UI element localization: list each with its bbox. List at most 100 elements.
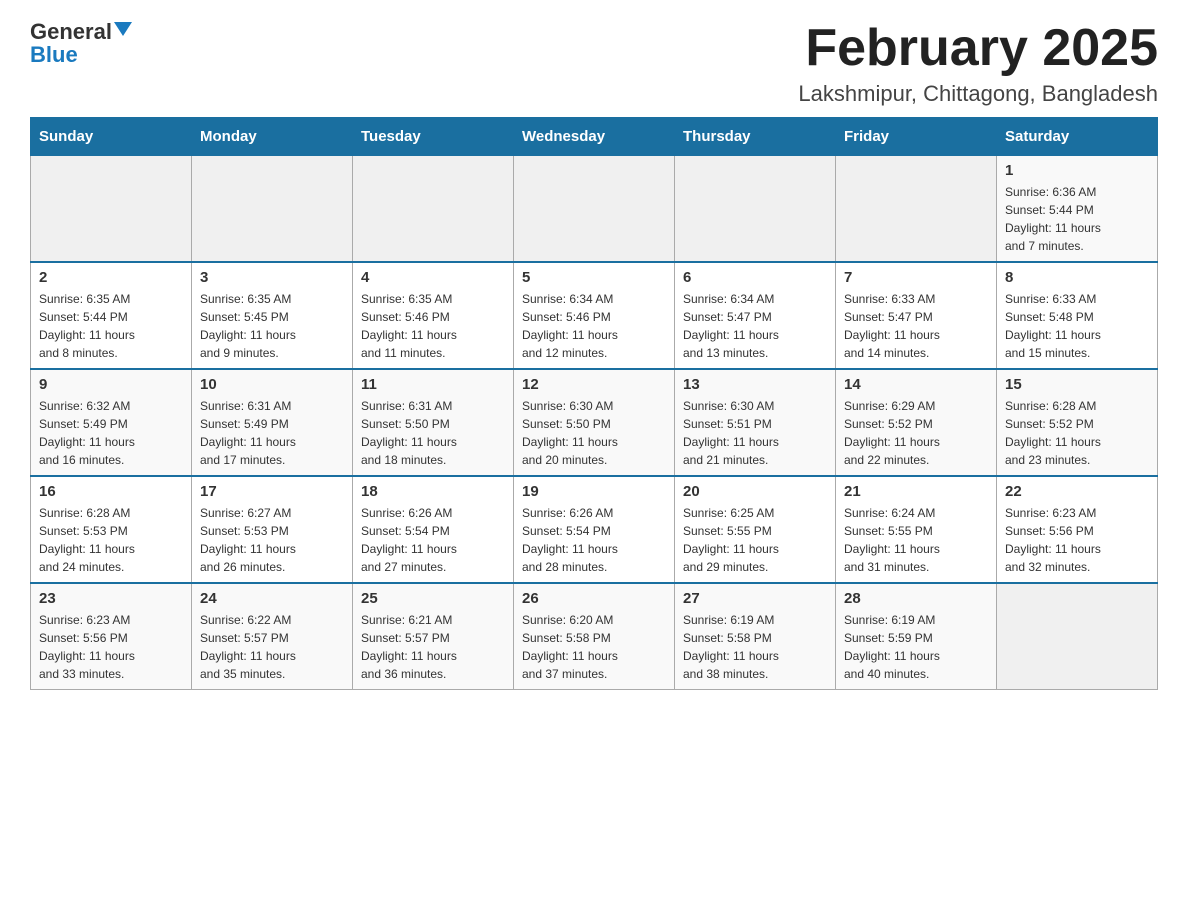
location-title: Lakshmipur, Chittagong, Bangladesh bbox=[798, 81, 1158, 107]
day-info: Sunrise: 6:20 AMSunset: 5:58 PMDaylight:… bbox=[522, 611, 666, 683]
calendar-cell: 15Sunrise: 6:28 AMSunset: 5:52 PMDayligh… bbox=[997, 369, 1158, 476]
weekday-header-thursday: Thursday bbox=[675, 118, 836, 156]
calendar-cell: 6 Sunrise: 6:34 AMSunset: 5:47 PMDaylight… bbox=[675, 262, 836, 369]
logo-general-text: General bbox=[30, 21, 112, 43]
weekday-header-monday: Monday bbox=[192, 118, 353, 156]
day-info: Sunrise: 6:31 AMSunset: 5:49 PMDaylight:… bbox=[200, 397, 344, 469]
day-number: 25 bbox=[361, 590, 505, 607]
calendar-cell: 20 Sunrise: 6:25 AMSunset: 5:55 PMDayligh… bbox=[675, 476, 836, 583]
calendar-cell: 5 Sunrise: 6:34 AMSunset: 5:46 PMDaylight… bbox=[514, 262, 675, 369]
day-number: 2 bbox=[39, 269, 183, 286]
calendar-cell: 24 Sunrise: 6:22 AMSunset: 5:57 PMDayligh… bbox=[192, 583, 353, 690]
calendar-cell: 25Sunrise: 6:21 AMSunset: 5:57 PMDayligh… bbox=[353, 583, 514, 690]
calendar-cell: 8Sunrise: 6:33 AMSunset: 5:48 PMDaylight… bbox=[997, 262, 1158, 369]
calendar-body: 1 Sunrise: 6:36 AMSunset: 5:44 PMDaylight… bbox=[31, 156, 1158, 690]
day-number: 23 bbox=[39, 590, 183, 607]
calendar-cell: 11 Sunrise: 6:31 AMSunset: 5:50 PMDayligh… bbox=[353, 369, 514, 476]
day-number: 6 bbox=[683, 269, 827, 286]
day-info: Sunrise: 6:26 AMSunset: 5:54 PMDaylight:… bbox=[361, 504, 505, 576]
day-number: 12 bbox=[522, 376, 666, 393]
calendar-cell bbox=[31, 156, 192, 263]
day-info: Sunrise: 6:29 AMSunset: 5:52 PMDaylight:… bbox=[844, 397, 988, 469]
day-info: Sunrise: 6:27 AMSunset: 5:53 PMDaylight:… bbox=[200, 504, 344, 576]
weekday-header-tuesday: Tuesday bbox=[353, 118, 514, 156]
day-info: Sunrise: 6:30 AMSunset: 5:51 PMDaylight:… bbox=[683, 397, 827, 469]
day-number: 8 bbox=[1005, 269, 1149, 286]
calendar-cell: 23Sunrise: 6:23 AMSunset: 5:56 PMDayligh… bbox=[31, 583, 192, 690]
day-number: 20 bbox=[683, 483, 827, 500]
calendar-cell: 28Sunrise: 6:19 AMSunset: 5:59 PMDayligh… bbox=[836, 583, 997, 690]
day-number: 5 bbox=[522, 269, 666, 286]
calendar-cell: 14Sunrise: 6:29 AMSunset: 5:52 PMDayligh… bbox=[836, 369, 997, 476]
day-info: Sunrise: 6:36 AMSunset: 5:44 PMDaylight:… bbox=[1005, 183, 1149, 255]
day-info: Sunrise: 6:28 AMSunset: 5:52 PMDaylight:… bbox=[1005, 397, 1149, 469]
day-number: 21 bbox=[844, 483, 988, 500]
calendar-cell bbox=[675, 156, 836, 263]
weekday-header-row: SundayMondayTuesdayWednesdayThursdayFrid… bbox=[31, 118, 1158, 156]
day-info: Sunrise: 6:35 AMSunset: 5:46 PMDaylight:… bbox=[361, 290, 505, 362]
calendar-cell: 18 Sunrise: 6:26 AMSunset: 5:54 PMDayligh… bbox=[353, 476, 514, 583]
calendar-table: SundayMondayTuesdayWednesdayThursdayFrid… bbox=[30, 117, 1158, 690]
page-header: General Blue February 2025 Lakshmipur, C… bbox=[30, 20, 1158, 107]
calendar-cell: 13 Sunrise: 6:30 AMSunset: 5:51 PMDayligh… bbox=[675, 369, 836, 476]
month-title: February 2025 bbox=[798, 20, 1158, 77]
day-number: 11 bbox=[361, 376, 505, 393]
day-info: Sunrise: 6:34 AMSunset: 5:47 PMDaylight:… bbox=[683, 290, 827, 362]
calendar-cell: 22 Sunrise: 6:23 AMSunset: 5:56 PMDayligh… bbox=[997, 476, 1158, 583]
calendar-cell bbox=[192, 156, 353, 263]
day-number: 18 bbox=[361, 483, 505, 500]
weekday-header-wednesday: Wednesday bbox=[514, 118, 675, 156]
day-info: Sunrise: 6:24 AMSunset: 5:55 PMDaylight:… bbox=[844, 504, 988, 576]
day-number: 27 bbox=[683, 590, 827, 607]
day-info: Sunrise: 6:30 AMSunset: 5:50 PMDaylight:… bbox=[522, 397, 666, 469]
calendar-cell: 1 Sunrise: 6:36 AMSunset: 5:44 PMDaylight… bbox=[997, 156, 1158, 263]
day-info: Sunrise: 6:34 AMSunset: 5:46 PMDaylight:… bbox=[522, 290, 666, 362]
calendar-cell: 2 Sunrise: 6:35 AMSunset: 5:44 PMDaylight… bbox=[31, 262, 192, 369]
calendar-cell: 12 Sunrise: 6:30 AMSunset: 5:50 PMDayligh… bbox=[514, 369, 675, 476]
calendar-cell: 7 Sunrise: 6:33 AMSunset: 5:47 PMDaylight… bbox=[836, 262, 997, 369]
day-number: 22 bbox=[1005, 483, 1149, 500]
day-number: 4 bbox=[361, 269, 505, 286]
day-number: 7 bbox=[844, 269, 988, 286]
day-info: Sunrise: 6:23 AMSunset: 5:56 PMDaylight:… bbox=[1005, 504, 1149, 576]
calendar-cell: 17 Sunrise: 6:27 AMSunset: 5:53 PMDayligh… bbox=[192, 476, 353, 583]
calendar-cell: 3 Sunrise: 6:35 AMSunset: 5:45 PMDaylight… bbox=[192, 262, 353, 369]
day-info: Sunrise: 6:32 AMSunset: 5:49 PMDaylight:… bbox=[39, 397, 183, 469]
day-info: Sunrise: 6:26 AMSunset: 5:54 PMDaylight:… bbox=[522, 504, 666, 576]
calendar-cell: 26 Sunrise: 6:20 AMSunset: 5:58 PMDayligh… bbox=[514, 583, 675, 690]
weekday-header-sunday: Sunday bbox=[31, 118, 192, 156]
calendar-week-row: 1 Sunrise: 6:36 AMSunset: 5:44 PMDaylight… bbox=[31, 156, 1158, 263]
day-info: Sunrise: 6:19 AMSunset: 5:58 PMDaylight:… bbox=[683, 611, 827, 683]
calendar-week-row: 16Sunrise: 6:28 AMSunset: 5:53 PMDayligh… bbox=[31, 476, 1158, 583]
calendar-cell: 27 Sunrise: 6:19 AMSunset: 5:58 PMDayligh… bbox=[675, 583, 836, 690]
day-number: 1 bbox=[1005, 162, 1149, 179]
day-info: Sunrise: 6:31 AMSunset: 5:50 PMDaylight:… bbox=[361, 397, 505, 469]
calendar-cell bbox=[997, 583, 1158, 690]
day-info: Sunrise: 6:22 AMSunset: 5:57 PMDaylight:… bbox=[200, 611, 344, 683]
day-number: 13 bbox=[683, 376, 827, 393]
calendar-cell bbox=[836, 156, 997, 263]
calendar-week-row: 2 Sunrise: 6:35 AMSunset: 5:44 PMDaylight… bbox=[31, 262, 1158, 369]
day-number: 26 bbox=[522, 590, 666, 607]
calendar-week-row: 23Sunrise: 6:23 AMSunset: 5:56 PMDayligh… bbox=[31, 583, 1158, 690]
day-number: 28 bbox=[844, 590, 988, 607]
calendar-week-row: 9 Sunrise: 6:32 AMSunset: 5:49 PMDaylight… bbox=[31, 369, 1158, 476]
weekday-header-saturday: Saturday bbox=[997, 118, 1158, 156]
day-number: 17 bbox=[200, 483, 344, 500]
day-info: Sunrise: 6:35 AMSunset: 5:45 PMDaylight:… bbox=[200, 290, 344, 362]
day-number: 16 bbox=[39, 483, 183, 500]
day-number: 10 bbox=[200, 376, 344, 393]
day-info: Sunrise: 6:35 AMSunset: 5:44 PMDaylight:… bbox=[39, 290, 183, 362]
day-number: 24 bbox=[200, 590, 344, 607]
logo: General Blue bbox=[30, 20, 132, 66]
calendar-cell: 16Sunrise: 6:28 AMSunset: 5:53 PMDayligh… bbox=[31, 476, 192, 583]
day-number: 9 bbox=[39, 376, 183, 393]
day-number: 3 bbox=[200, 269, 344, 286]
day-info: Sunrise: 6:33 AMSunset: 5:47 PMDaylight:… bbox=[844, 290, 988, 362]
logo-blue-text: Blue bbox=[30, 44, 78, 66]
calendar-cell bbox=[514, 156, 675, 263]
calendar-cell: 4 Sunrise: 6:35 AMSunset: 5:46 PMDaylight… bbox=[353, 262, 514, 369]
calendar-cell: 21 Sunrise: 6:24 AMSunset: 5:55 PMDayligh… bbox=[836, 476, 997, 583]
title-block: February 2025 Lakshmipur, Chittagong, Ba… bbox=[798, 20, 1158, 107]
day-info: Sunrise: 6:25 AMSunset: 5:55 PMDaylight:… bbox=[683, 504, 827, 576]
